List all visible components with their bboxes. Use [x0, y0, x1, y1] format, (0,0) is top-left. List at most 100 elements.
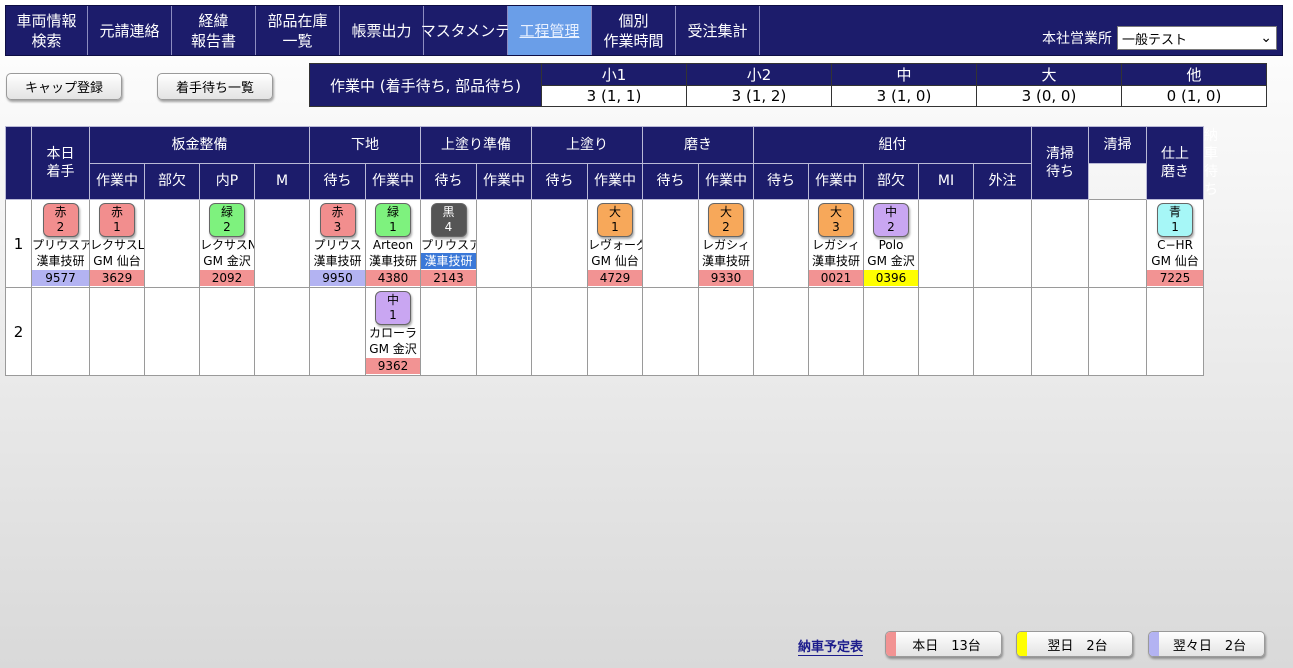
group-header-3: 下地 — [309, 126, 421, 164]
vehicle-badge[interactable]: 黒4 — [430, 203, 467, 237]
vehicle-card[interactable]: 赤2プリウスアル漢車技研9577 — [32, 203, 89, 286]
vehicle-badge[interactable]: 赤1 — [99, 203, 135, 237]
board-cell — [144, 287, 200, 376]
vehicle-badge[interactable]: 大2 — [708, 203, 744, 237]
nav-item-5[interactable]: マスタメンテ — [420, 6, 511, 55]
board-cell — [1088, 199, 1148, 288]
vehicle-badge[interactable]: 中1 — [375, 291, 411, 325]
board-cell — [918, 199, 974, 288]
row-number: 2 — [5, 287, 32, 376]
board-cell — [642, 199, 699, 288]
board-cell — [1031, 199, 1090, 288]
board-cell — [254, 199, 310, 288]
vehicle-client: 漢車技研 — [313, 254, 362, 268]
vehicle-number: 2092 — [200, 270, 254, 286]
delivery-color-swatch — [886, 632, 896, 656]
vehicle-card[interactable]: 中 2 Polo GM 金沢 0396 — [864, 203, 918, 286]
badge-label: 中 — [386, 293, 399, 307]
nav-item-8[interactable]: 受注集計 — [676, 6, 760, 55]
vehicle-number: 0021 — [809, 270, 863, 286]
vehicle-client: GM 仙台 — [1151, 254, 1199, 268]
vehicle-badge[interactable]: 赤3 — [319, 203, 356, 237]
badge-label: 大 — [608, 205, 621, 219]
board-cell — [1088, 287, 1148, 376]
board-cell: 赤2プリウスアル漢車技研9577 — [31, 199, 90, 288]
vehicle-badge[interactable]: 緑2 — [209, 203, 245, 237]
status-col-0-value: 3 (1, 1) — [541, 85, 687, 107]
main-nav: 車両情報 検索 元請連絡 経緯 報告書 部品在庫 一覧 帳票出力 マスタメンテ 工程管理 個別 作業時… — [5, 5, 1283, 56]
vehicle-badge[interactable]: 大3 — [818, 203, 854, 237]
status-col-2-name: 中 — [831, 63, 977, 86]
board-cell: 緑2レクサスNXGM 金沢2092 — [199, 199, 255, 288]
board-cell — [476, 287, 532, 376]
board-cell — [972, 287, 1033, 376]
vehicle-number: 9362 — [366, 358, 420, 374]
board-cell — [972, 199, 1033, 288]
vehicle-card[interactable]: 大1レヴォーグGM 仙台4729 — [588, 203, 642, 286]
nav-item-1[interactable]: 元請連絡 — [88, 6, 172, 55]
vehicle-card[interactable]: 赤 3 プリウス 漢車技研 9950 — [310, 203, 365, 286]
board-cell — [476, 199, 532, 288]
cap-register-button[interactable]: キャップ登録 — [6, 73, 122, 100]
waiting-list-button[interactable]: 着手待ち一覧 — [157, 73, 273, 100]
sub-header-15: MI — [918, 162, 974, 200]
nav-item-4[interactable]: 帳票出力 — [340, 6, 424, 55]
vehicle-badge[interactable]: 緑1 — [375, 203, 411, 237]
vehicle-card[interactable]: 緑2レクサスNXGM 金沢2092 — [200, 203, 254, 286]
delivery-button-2[interactable]: 翌々日 2台 — [1148, 631, 1265, 657]
office-select[interactable]: 一般テスト ⌄ — [1117, 26, 1277, 50]
nav-item-label: 受注集計 — [687, 21, 748, 40]
vehicle-name: カローラ — [368, 326, 417, 340]
nav-item-2[interactable]: 経緯 報告書 — [172, 6, 256, 55]
badge-label: 赤 — [110, 205, 123, 219]
sub-header-7: 作業中 — [476, 162, 532, 200]
nav-item-6[interactable]: 工程管理 — [508, 6, 592, 55]
vehicle-card[interactable]: 大 2 レガシィ 漢車技研 9330 — [699, 203, 753, 286]
delivery-button-label: 翌々日 2台 — [1172, 638, 1247, 654]
badge-count: 1 — [389, 308, 397, 322]
sub-header-3: M — [254, 162, 310, 200]
vehicle-card[interactable]: 青 1 C−HR GM 仙台 7225 — [1147, 203, 1204, 286]
board-cell — [31, 287, 90, 376]
nav-item-label: マスタメンテ — [420, 21, 511, 40]
status-col-3-value: 3 (0, 0) — [976, 85, 1122, 107]
sub-header-11: 作業中 — [698, 162, 754, 200]
badge-count: 1 — [1171, 220, 1179, 234]
delivery-button-0[interactable]: 本日 13台 — [885, 631, 1002, 657]
board-cell — [863, 287, 919, 376]
badge-label: 赤 — [54, 205, 67, 219]
vehicle-name: プリウス — [313, 238, 362, 252]
board-cell — [808, 287, 864, 376]
sub-header-16: 外注 — [972, 162, 1033, 200]
group-header-8: 清掃 待ち — [1031, 126, 1090, 200]
vehicle-badge[interactable]: 赤2 — [42, 203, 79, 237]
vehicle-card[interactable]: 中 1 カローラ GM 金沢 9362 — [366, 291, 420, 374]
nav-item-label: 一覧 — [282, 31, 313, 50]
delivery-schedule-title: 納車予定表 — [798, 636, 864, 656]
sub-header-0: 作業中 — [89, 162, 145, 200]
vehicle-card[interactable]: 緑 1 Arteon 漢車技研 4380 — [366, 203, 420, 286]
vehicle-badge[interactable]: 大1 — [597, 203, 633, 237]
vehicle-badge[interactable]: 青1 — [1157, 203, 1194, 237]
nav-item-7[interactable]: 個別 作業時間 — [592, 6, 676, 55]
vehicle-card[interactable]: 赤1レクサスLCGM 仙台3629 — [90, 203, 144, 286]
group-header-1: 本日 着手 — [31, 126, 90, 200]
office-select-value: 一般テスト — [1122, 32, 1188, 48]
board-cell: 黒4プリウスアル漢車技研2143 — [420, 199, 477, 288]
row-number: 1 — [5, 199, 32, 288]
vehicle-number: 4380 — [366, 270, 420, 286]
board-cell — [531, 199, 588, 288]
nav-item-3[interactable]: 部品在庫 一覧 — [256, 6, 340, 55]
vehicle-card[interactable]: 大 3 レガシィ 漢車技研 0021 — [809, 203, 863, 286]
vehicle-badge[interactable]: 中2 — [873, 203, 909, 237]
board-cell: 大 3 レガシィ 漢車技研 0021 — [808, 199, 864, 288]
nav-item-label: 個別 — [618, 11, 649, 30]
nav-item-label: 報告書 — [190, 31, 236, 50]
sub-header-1: 部欠 — [144, 162, 200, 200]
delivery-button-1[interactable]: 翌日 2台 — [1016, 631, 1133, 657]
vehicle-name: Polo — [878, 238, 904, 252]
vehicle-client: 漢車技研 — [36, 254, 85, 268]
vehicle-card[interactable]: 黒4プリウスアル漢車技研2143 — [421, 203, 476, 286]
office-area: 本社営業所 一般テスト ⌄ — [1042, 26, 1277, 50]
nav-item-0[interactable]: 車両情報 検索 — [6, 6, 88, 55]
